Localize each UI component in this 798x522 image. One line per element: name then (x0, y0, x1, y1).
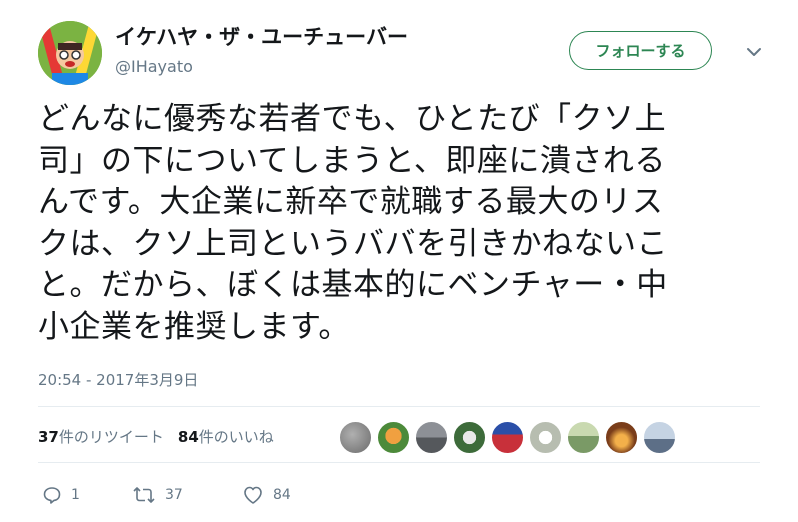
likes-label: 件のいいね (198, 428, 274, 446)
tweet-line: と。だから、ぼくは基本的にベンチャー・中 (38, 267, 668, 303)
chevron-down-icon[interactable] (746, 43, 762, 56)
avatar-illustration-icon (38, 21, 102, 85)
user-handle[interactable]: @IHayato (115, 57, 193, 76)
tweet-timestamp[interactable]: 20:54 - 2017年3月9日 (38, 369, 198, 390)
retweet-button[interactable]: 37 (132, 485, 242, 505)
liker-avatars (339, 421, 676, 454)
follow-button[interactable]: フォローする (569, 31, 712, 70)
liker-avatar[interactable] (415, 421, 448, 454)
tweet-line: クは、クソ上司というババを引きかねないこ (38, 225, 668, 262)
retweets-count: 37 (38, 428, 59, 446)
reply-icon (43, 487, 61, 504)
liker-avatar[interactable] (529, 421, 562, 454)
tweet-line: んです。大企業に新卒で就職する最大のリス (38, 184, 664, 220)
liker-avatar[interactable] (643, 421, 676, 454)
reply-count: 1 (71, 487, 80, 503)
heart-icon (244, 486, 262, 504)
divider (38, 462, 760, 463)
liker-avatar[interactable] (605, 421, 638, 454)
liker-avatar[interactable] (453, 421, 486, 454)
liker-avatar[interactable] (491, 421, 524, 454)
liker-avatar[interactable] (339, 421, 372, 454)
tweet-stats: 37件のリツイート 84件のいいね (38, 426, 274, 447)
like-button[interactable]: 84 (242, 485, 332, 505)
liker-avatar[interactable] (567, 421, 600, 454)
divider (38, 406, 760, 407)
reply-button[interactable]: 1 (42, 485, 132, 505)
liker-avatar[interactable] (377, 421, 410, 454)
tweet-line: 司」の下についてしまうと、即座に潰される (38, 142, 666, 179)
tweet-line: どんなに優秀な若者でも、ひとたび「クソ上 (38, 101, 667, 137)
like-count: 84 (273, 487, 291, 503)
avatar[interactable] (38, 21, 102, 85)
tweet-actions: 1 37 84 (42, 485, 332, 505)
display-name[interactable]: イケハヤ・ザ・ユーチューバー (115, 21, 408, 51)
likes-stat[interactable]: 84件のいいね (178, 426, 274, 447)
likes-count: 84 (177, 428, 199, 446)
retweet-icon (133, 487, 155, 503)
retweets-stat[interactable]: 37件のリツイート (38, 426, 164, 447)
tweet-text: どんなに優秀な若者でも、ひとたび「クソ上 司」の下についてしまうと、即座に潰され… (38, 99, 778, 348)
retweets-label: 件のリツイート (58, 428, 164, 446)
tweet-line: 小企業を推奨します。 (38, 308, 350, 345)
retweet-count: 37 (165, 487, 183, 503)
